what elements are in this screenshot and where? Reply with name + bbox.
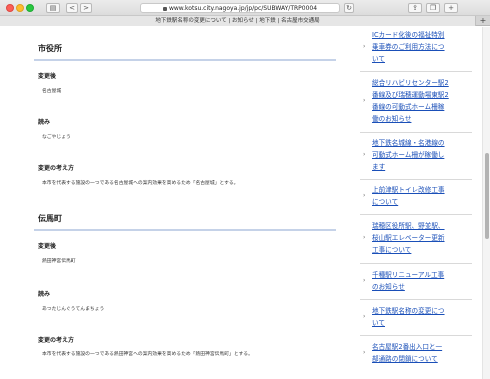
reload-button[interactable]: ↻ [344, 3, 354, 13]
sidebar-link[interactable]: › 上前津駅トイレ改修工事 について [360, 184, 472, 212]
reason-label: 変更の考え方 [38, 165, 75, 172]
reason-value: 本市を代表する施設の一つである名古屋城への案内効果を高めるため「名古屋城」とする… [42, 181, 239, 186]
tabs-overview-button[interactable]: ❐ [426, 3, 440, 13]
sidebar-link[interactable]: › 千種駅リニューアル工事 のお知らせ [360, 269, 472, 297]
sidebar-divider [360, 299, 472, 300]
reading-value: なごやじょう [42, 135, 71, 140]
sidebar-divider [360, 263, 472, 264]
chevron-right-icon: › [363, 313, 366, 320]
sidebar-news-list: › ICカード化後の福祉特別 乗車券のご利用方法につ いて › 総合リハビリセン… [360, 27, 472, 379]
section-divider [34, 229, 336, 231]
sidebar-link-text[interactable]: 千種駅リニューアル工事 のお知らせ [372, 269, 470, 293]
chevron-right-icon: › [363, 349, 366, 356]
tabs-icon: ❐ [429, 4, 437, 12]
lock-icon [162, 6, 167, 11]
zoom-window-button[interactable] [26, 4, 34, 12]
tab-bar: 地下鉄駅名称の変更について | お知らせ | 地下鉄 | 名古屋市交通局 + [0, 16, 490, 26]
reason-label: 変更の考え方 [38, 337, 75, 344]
sidebar-toggle-button[interactable]: ▤ [46, 3, 60, 13]
sidebar-divider [360, 214, 472, 215]
address-bar[interactable]: www.kotsu.city.nagoya.jp/jp/pc/SUBWAY/TR… [140, 3, 340, 13]
after-label: 変更後 [38, 243, 57, 250]
sidebar-link-text[interactable]: 総合リハビリセンター駅2 番線及び瑞穂運動場東駅2 番線の可動式ホーム柵稼 働の… [372, 77, 470, 125]
share-icon: ⇪ [412, 4, 418, 12]
sidebar-divider [360, 179, 472, 180]
sidebar-divider [360, 132, 472, 133]
reading-value: あつたじんぐうてんまちょう [42, 307, 105, 312]
back-icon: < [69, 4, 75, 12]
sidebar-link[interactable]: › ICカード化後の福祉特別 乗車券のご利用方法につ いて [360, 29, 472, 69]
plus-icon: + [448, 4, 454, 12]
sidebar-link[interactable]: › 瑞穂区役所駅、野並駅、 桜山駅エレベーター更新 工事について [360, 220, 472, 260]
sidebar-link[interactable]: › 地下鉄駅名称の変更につ いて [360, 305, 472, 333]
chevron-right-icon: › [363, 97, 366, 104]
section-title: 伝馬町 [38, 214, 62, 223]
sidebar-icon: ▤ [49, 4, 57, 12]
sidebar-link-text[interactable]: 上前津駅トイレ改修工事 について [372, 184, 470, 208]
new-tab-button[interactable]: + [478, 17, 488, 25]
after-value: 熱田神宮伝馬町 [42, 259, 76, 264]
vertical-scrollbar[interactable] [482, 27, 490, 379]
forward-icon: > [83, 4, 89, 12]
forward-button[interactable]: > [80, 3, 92, 13]
sidebar-divider [360, 71, 472, 72]
sidebar-link-text[interactable]: 瑞穂区役所駅、野並駅、 桜山駅エレベーター更新 工事について [372, 220, 470, 256]
sidebar-link-text[interactable]: 地下鉄名城線・名港線の 可動式ホーム柵が稼働し ます [372, 137, 470, 173]
address-text: www.kotsu.city.nagoya.jp/jp/pc/SUBWAY/TR… [168, 5, 318, 12]
sidebar-link-text[interactable]: 名古屋駅2番出入口と一 部通路の閉鎖について [372, 341, 470, 365]
page-content: 市役所 変更後 名古屋城 読み なごやじょう 変更の考え方 本市を代表する施設の… [0, 27, 490, 379]
sidebar-link[interactable]: › 名古屋駅2番出入口と一 部通路の閉鎖について [360, 341, 472, 369]
sidebar-divider [360, 335, 472, 336]
after-value: 名古屋城 [42, 89, 62, 94]
sidebar-link[interactable]: › 地下鉄名城線・名港線の 可動式ホーム柵が稼働し ます [360, 137, 472, 177]
tab-current[interactable]: 地下鉄駅名称の変更について | お知らせ | 地下鉄 | 名古屋市交通局 [0, 16, 476, 26]
section-title: 市役所 [38, 44, 62, 53]
new-tab-toolbar-button[interactable]: + [444, 3, 458, 13]
after-label: 変更後 [38, 73, 57, 80]
browser-toolbar: ▤ < > www.kotsu.city.nagoya.jp/jp/pc/SUB… [0, 0, 490, 16]
section-divider [34, 59, 336, 61]
chevron-right-icon: › [363, 43, 366, 50]
reading-label: 読み [38, 119, 51, 126]
sidebar-link-text[interactable]: 地下鉄駅名称の変更につ いて [372, 305, 470, 329]
chevron-right-icon: › [363, 277, 366, 284]
minimize-window-button[interactable] [16, 4, 24, 12]
chevron-right-icon: › [363, 151, 366, 158]
close-window-button[interactable] [6, 4, 14, 12]
sidebar-link-text[interactable]: ICカード化後の福祉特別 乗車券のご利用方法につ いて [372, 29, 470, 65]
chevron-right-icon: › [363, 192, 366, 199]
reading-label: 読み [38, 291, 51, 298]
scrollbar-thumb[interactable] [485, 153, 489, 239]
plus-icon: + [479, 16, 487, 25]
share-button[interactable]: ⇪ [408, 3, 422, 13]
back-button[interactable]: < [66, 3, 78, 13]
reload-icon: ↻ [346, 4, 352, 12]
reason-value: 本市を代表する施設の一つである熱田神宮への案内効果を高めるため「熱田神宮伝馬町」… [42, 352, 253, 357]
sidebar-link[interactable]: › 総合リハビリセンター駅2 番線及び瑞穂運動場東駅2 番線の可動式ホーム柵稼 … [360, 77, 472, 129]
chevron-right-icon: › [363, 234, 366, 241]
